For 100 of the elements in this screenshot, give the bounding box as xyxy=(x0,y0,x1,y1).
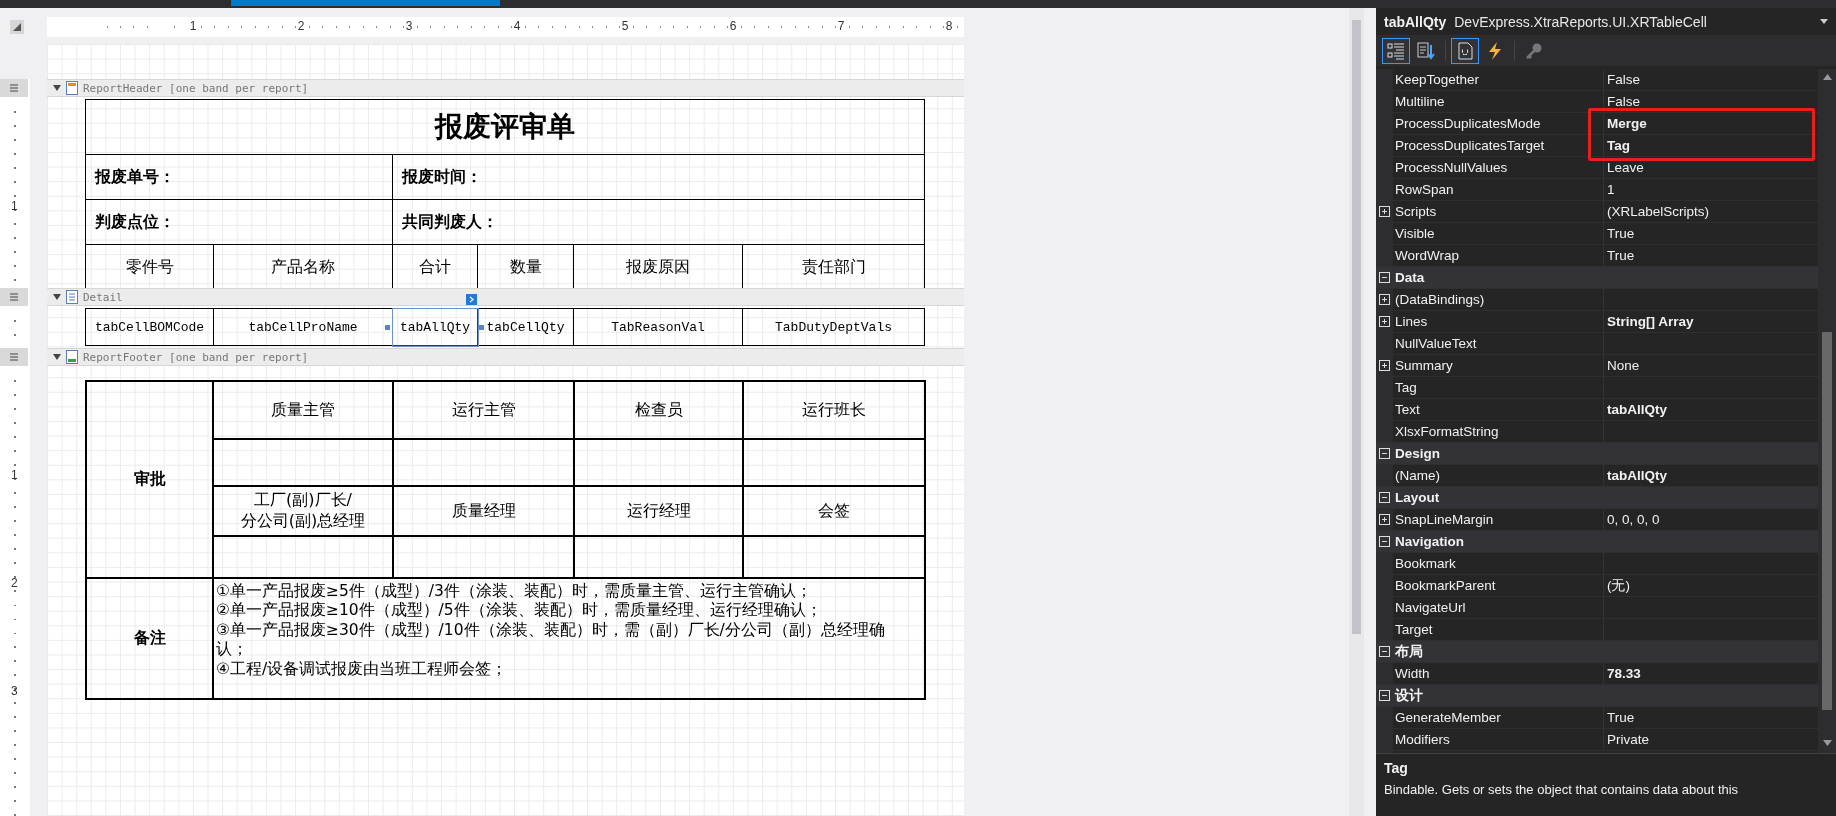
remark-text: ①单一产品报废≥5件（成型）/3件（涂装、装配）时，需质量主管、运行主管确认； xyxy=(216,582,813,601)
report-title: 报废评审单 xyxy=(85,99,925,155)
band-grip-icon[interactable] xyxy=(0,79,28,97)
property-name: Text xyxy=(1393,399,1604,420)
expand-icon[interactable] xyxy=(1379,360,1390,371)
property-row[interactable]: BookmarkParent (无) xyxy=(1376,575,1818,597)
category-row[interactable]: 布局 xyxy=(1376,641,1818,663)
category-name: Layout xyxy=(1394,489,1440,507)
category-name: Data xyxy=(1394,269,1425,287)
scroll-up-icon[interactable] xyxy=(1822,74,1832,80)
property-value[interactable]: True xyxy=(1607,710,1635,725)
property-value[interactable]: Leave xyxy=(1607,160,1644,175)
property-value[interactable]: True xyxy=(1607,248,1635,263)
property-value[interactable]: False xyxy=(1607,72,1640,87)
scroll-down-icon[interactable] xyxy=(1822,740,1832,746)
band-grip-icon[interactable] xyxy=(0,288,28,306)
field-label: 报废时间： xyxy=(392,154,925,200)
properties-button[interactable] xyxy=(1451,37,1479,64)
table-cell: 运行班长 xyxy=(743,381,925,439)
property-row[interactable]: GenerateMember True xyxy=(1376,707,1818,729)
category-row[interactable]: Data xyxy=(1376,267,1818,289)
property-value[interactable]: String[] Array xyxy=(1607,314,1694,329)
collapse-toggle-icon[interactable] xyxy=(53,84,61,92)
property-row[interactable]: Modifiers Private xyxy=(1376,729,1818,751)
property-row[interactable]: (DataBindings) xyxy=(1376,289,1818,311)
resize-handle[interactable] xyxy=(385,325,390,330)
expand-icon[interactable] xyxy=(1379,206,1390,217)
scrollbar[interactable] xyxy=(1349,8,1364,816)
list-icon xyxy=(1386,40,1406,61)
property-value[interactable]: 78.33 xyxy=(1607,666,1641,681)
property-row[interactable]: Tag xyxy=(1376,377,1818,399)
band-grip-icon[interactable] xyxy=(0,348,28,366)
collapse-icon[interactable] xyxy=(1379,536,1390,547)
smart-tag-icon[interactable] xyxy=(466,294,477,305)
collapse-toggle-icon[interactable] xyxy=(53,293,61,301)
band-header[interactable]: ReportHeader [one band per report] xyxy=(47,79,964,97)
ruler-corner-icon[interactable] xyxy=(10,20,24,34)
property-row[interactable]: Text tabAllQty xyxy=(1376,399,1818,421)
property-row[interactable]: Lines String[] Array xyxy=(1376,311,1818,333)
collapse-icon[interactable] xyxy=(1379,448,1390,459)
property-name: Width xyxy=(1393,663,1604,684)
property-value[interactable]: tabAllQty xyxy=(1607,402,1667,417)
ruler-number: 1 xyxy=(189,19,197,33)
property-row[interactable]: Visible True xyxy=(1376,223,1818,245)
ruler-number: 2 xyxy=(11,576,18,590)
collapse-icon[interactable] xyxy=(1379,272,1390,283)
property-value[interactable]: 1 xyxy=(1607,182,1615,197)
scrollbar-thumb[interactable] xyxy=(1822,332,1832,710)
property-row[interactable]: KeepTogether False xyxy=(1376,69,1818,91)
property-row[interactable]: Scripts (XRLabelScripts) xyxy=(1376,201,1818,223)
property-value[interactable]: Merge xyxy=(1607,116,1647,131)
object-type: DevExpress.XtraReports.UI.XRTableCell xyxy=(1454,13,1708,30)
scrollbar[interactable] xyxy=(1818,69,1836,753)
property-value[interactable]: (无) xyxy=(1607,576,1630,595)
category-row[interactable]: Design xyxy=(1376,443,1818,465)
property-row[interactable]: Multiline False xyxy=(1376,91,1818,113)
property-row[interactable]: ProcessDuplicatesMode Merge xyxy=(1376,113,1818,135)
property-row[interactable]: ProcessNullValues Leave xyxy=(1376,157,1818,179)
property-value[interactable]: True xyxy=(1607,226,1635,241)
property-value[interactable]: None xyxy=(1607,358,1640,373)
property-row[interactable]: Bookmark xyxy=(1376,553,1818,575)
category-row[interactable]: 设计 xyxy=(1376,685,1818,707)
table-cell[interactable]: tabCellProName xyxy=(213,308,393,346)
collapse-icon[interactable] xyxy=(1379,492,1390,503)
category-row[interactable]: Navigation xyxy=(1376,531,1818,553)
property-value[interactable]: False xyxy=(1607,94,1640,109)
property-value[interactable]: Private xyxy=(1607,732,1650,747)
band-header[interactable]: ReportFooter [one band per report] xyxy=(47,348,964,366)
category-row[interactable]: Layout xyxy=(1376,487,1818,509)
collapse-toggle-icon[interactable] xyxy=(53,353,61,361)
collapse-icon[interactable] xyxy=(1379,690,1390,701)
property-value[interactable]: Tag xyxy=(1607,138,1630,153)
ruler-number: 4 xyxy=(513,19,521,33)
expand-icon[interactable] xyxy=(1379,316,1390,327)
expand-icon[interactable] xyxy=(1379,514,1390,525)
property-value[interactable]: (XRLabelScripts) xyxy=(1607,204,1710,219)
collapse-icon[interactable] xyxy=(1379,646,1390,657)
property-name: NullValueText xyxy=(1393,333,1604,354)
property-row[interactable]: NullValueText xyxy=(1376,333,1818,355)
ruler-number: 3 xyxy=(11,684,18,698)
property-row[interactable]: Summary None xyxy=(1376,355,1818,377)
dropdown-caret-icon[interactable] xyxy=(1820,19,1828,24)
property-name: Modifiers xyxy=(1393,729,1604,750)
property-name: BookmarkParent xyxy=(1393,575,1604,596)
property-value[interactable]: tabAllQty xyxy=(1607,468,1667,483)
band-header[interactable]: Detail xyxy=(47,288,964,306)
expand-icon[interactable] xyxy=(1379,294,1390,305)
scrollbar-thumb[interactable] xyxy=(1352,20,1361,634)
table-cell[interactable]: tabCellBOMCode xyxy=(85,308,214,346)
resize-handle[interactable] xyxy=(479,325,484,330)
table-cell[interactable]: TabDutyDeptVals xyxy=(742,308,925,346)
table-cell[interactable]: tabCellQty xyxy=(477,308,574,346)
categorized-view-button[interactable] xyxy=(1382,37,1410,64)
property-row[interactable]: NavigateUrl xyxy=(1376,597,1818,619)
property-value[interactable]: 0, 0, 0, 0 xyxy=(1607,512,1660,527)
table-cell[interactable]: TabReasonVal xyxy=(573,308,743,346)
property-name: Summary xyxy=(1393,355,1604,376)
remark-text: ③单一产品报废≥30件（成型）/10件（涂装、装配）时，需（副）厂长/分公司（副）总经理确认； xyxy=(216,620,886,660)
property-row[interactable]: RowSpan 1 xyxy=(1376,179,1818,201)
property-row[interactable]: ProcessDuplicatesTarget Tag xyxy=(1376,135,1818,157)
